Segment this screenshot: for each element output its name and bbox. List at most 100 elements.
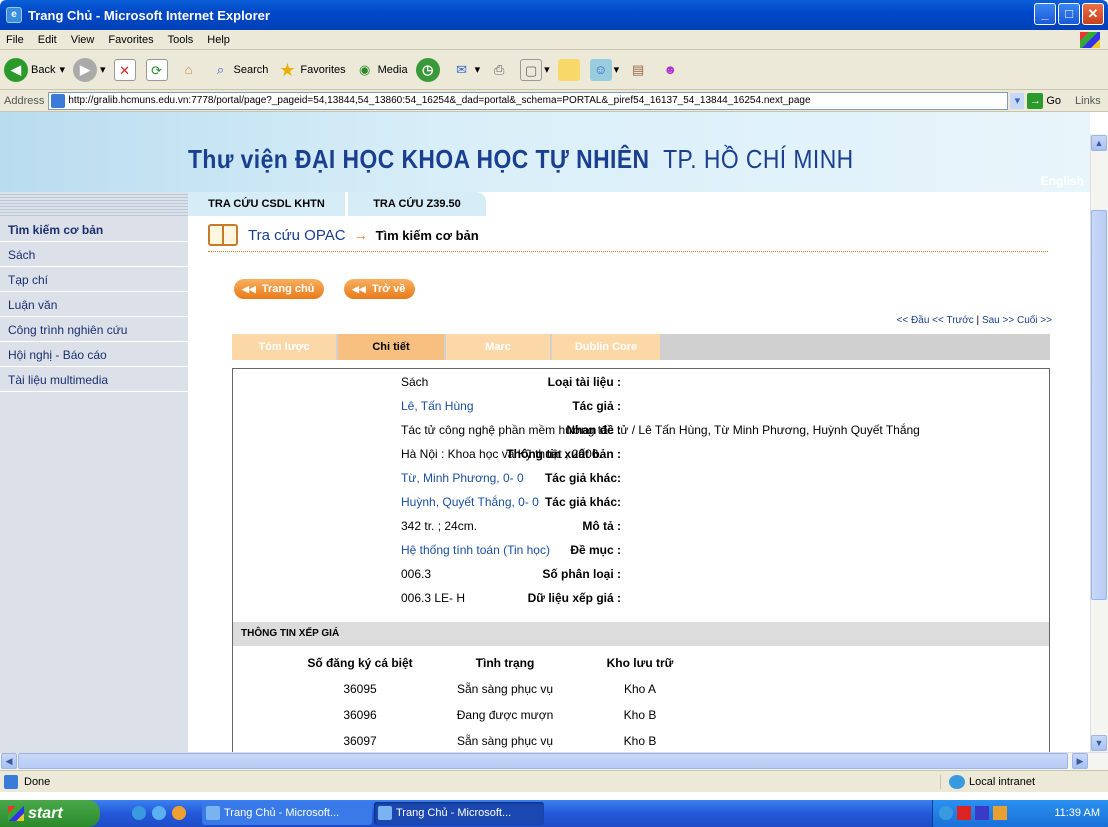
field-row: Loại tài liệu : Sách	[401, 375, 621, 389]
return-button[interactable]: ◀◀ Trở về	[344, 279, 416, 299]
menu-tools[interactable]: Tools	[168, 34, 194, 46]
field-row: Tác giả khác: Huỳnh, Quyết Thắng, 0- 0	[401, 495, 621, 509]
back-button[interactable]: ◀ Back ▾	[4, 57, 65, 82]
taskbar-item[interactable]: Trang Chủ - Microsoft...	[202, 802, 372, 825]
messenger-button[interactable]: ☺ ▾	[589, 58, 619, 81]
media-icon: ◉	[358, 61, 371, 77]
tray-app-icon[interactable]	[975, 806, 989, 820]
research-icon: ▤	[632, 61, 645, 77]
stop-button[interactable]: ✕	[113, 58, 138, 81]
refresh-button[interactable]: ⟳	[145, 58, 170, 81]
table-row-status: Sẵn sàng phục vụ	[456, 734, 554, 748]
field-row: Nhan đề : Tác tử công nghệ phần mềm hướng…	[401, 423, 920, 437]
scroll-right-icon[interactable]: ▶	[1072, 753, 1088, 769]
address-input[interactable]: http://gralib.hcmuns.edu.vn:7778/portal/…	[48, 91, 1009, 110]
forward-button[interactable]: ▶ ▾	[73, 57, 106, 82]
other-author-link[interactable]: Từ, Minh Phương, 0- 0	[401, 471, 524, 485]
sidebar-item-theses[interactable]: Luận văn	[0, 293, 188, 317]
tab-detail[interactable]: Chi tiết	[338, 334, 444, 360]
vertical-scroll-thumb[interactable]	[1091, 210, 1107, 600]
links-button[interactable]: Links	[1075, 95, 1101, 107]
divider	[208, 251, 1048, 252]
subject-link[interactable]: Hệ thống tính toán (Tin học)	[401, 543, 550, 557]
sidebar-item-research[interactable]: Công trình nghiên cứu	[0, 318, 188, 342]
tray-flag-icon[interactable]	[957, 806, 971, 820]
scroll-up-icon[interactable]: ▲	[1091, 135, 1107, 151]
print-button[interactable]: ⎙	[488, 59, 512, 81]
breadcrumb-arrow: →	[353, 227, 368, 243]
mail-icon: ✉	[456, 61, 468, 77]
quicklaunch-ie-icon[interactable]	[132, 806, 146, 820]
horizontal-scroll-thumb[interactable]	[18, 753, 1068, 769]
table-row-reg-no: 36096	[343, 708, 377, 722]
home-button[interactable]: ⌂	[178, 59, 202, 81]
sidebar-item-multimedia[interactable]: Tài liệu multimedia	[0, 368, 188, 392]
holdings-col-reg-no: Số đăng ký cá biệt	[307, 656, 413, 670]
sidebar-item-journals[interactable]: Tạp chí	[0, 268, 188, 292]
sidebar-item-books[interactable]: Sách	[0, 243, 188, 267]
research-button[interactable]: ▤	[627, 59, 651, 81]
pager-separator: |	[973, 315, 982, 326]
folder-icon	[557, 58, 580, 81]
taskbar-item-active[interactable]: Trang Chủ - Microsoft...	[374, 802, 544, 825]
table-row-location: Kho B	[623, 708, 657, 722]
english-link[interactable]: English	[1041, 174, 1084, 188]
holdings-col-status: Tình trạng	[475, 656, 535, 670]
quicklaunch-media-icon[interactable]	[172, 806, 186, 820]
tray-volume-icon[interactable]	[993, 806, 1007, 820]
menu-favorites[interactable]: Favorites	[108, 34, 153, 46]
go-arrow-icon: →	[1027, 92, 1044, 109]
pager: << Đầu << Trước | Sau >> Cuối >>	[897, 315, 1052, 326]
tab-z3950[interactable]: TRA CỨU Z39.50	[348, 192, 486, 216]
field-row: Số phân loại :006.3	[401, 567, 621, 581]
sidebar-item-basic-search[interactable]: Tìm kiếm cơ bản	[0, 218, 188, 242]
pager-first-prev[interactable]: << Đầu << Trước	[897, 315, 974, 326]
home-page-button[interactable]: ◀◀ Trang chủ	[234, 279, 325, 299]
tab-csdl-khtn[interactable]: TRA CỨU CSDL KHTN	[188, 192, 346, 216]
back-arrow-icon: ◀	[4, 57, 28, 82]
field-row: Dữ liệu xếp giá :006.3 LE- H	[401, 591, 621, 605]
buddy-button[interactable]: ☻	[659, 59, 683, 81]
history-button[interactable]: ◷	[415, 57, 443, 82]
menu-view[interactable]: View	[71, 34, 95, 46]
security-zone: Local intranet	[940, 775, 1068, 789]
quicklaunch-ie2-icon[interactable]	[152, 806, 166, 820]
window-title: Trang Chủ - Microsoft Internet Explorer	[28, 7, 270, 23]
discuss-button[interactable]	[557, 58, 582, 81]
author-link[interactable]: Lê, Tấn Hùng	[401, 399, 474, 413]
tab-dublin-core[interactable]: Dublin Core	[552, 334, 660, 360]
menu-file[interactable]: File	[6, 34, 24, 46]
start-button[interactable]: start	[0, 800, 100, 827]
maximize-button[interactable]: □	[1058, 3, 1080, 25]
tray-network-icon[interactable]	[939, 806, 953, 820]
other-author-link[interactable]: Huỳnh, Quyết Thắng, 0- 0	[401, 495, 539, 509]
scroll-down-icon[interactable]: ▼	[1091, 735, 1107, 751]
menu-help[interactable]: Help	[207, 34, 230, 46]
field-row: Tác giả khác: Từ, Minh Phương, 0- 0	[401, 471, 621, 485]
menu-edit[interactable]: Edit	[38, 34, 57, 46]
search-button[interactable]: ⌕ Search	[210, 59, 269, 81]
menu-bar: File Edit View Favorites Tools Help	[0, 30, 1108, 50]
address-dropdown-icon[interactable]: ▾	[1010, 92, 1025, 109]
media-button[interactable]: ◉ Media	[354, 59, 408, 81]
breadcrumb-root-link[interactable]: Tra cứu OPAC	[248, 227, 346, 244]
tab-marc[interactable]: Marc	[446, 334, 550, 360]
tab-summary[interactable]: Tóm lược	[232, 334, 336, 360]
status-bar: Done Local intranet	[0, 770, 1108, 792]
favorites-button[interactable]: ★ Favorites	[276, 59, 345, 81]
go-button[interactable]: → Go	[1027, 92, 1061, 109]
minimize-button[interactable]: _	[1034, 3, 1056, 25]
table-row-location: Kho B	[623, 734, 657, 748]
toolbar: ◀ Back ▾ ▶ ▾ ✕ ⟳ ⌂ ⌕ Search ★ Favorites ◉ Medi…	[0, 50, 1108, 90]
scroll-left-icon[interactable]: ◀	[1, 753, 17, 769]
mail-button[interactable]: ✉ ▾	[451, 59, 480, 81]
ie-icon: e	[6, 7, 22, 23]
page-icon	[51, 93, 66, 108]
sidebar-item-conferences[interactable]: Hội nghị - Báo cáo	[0, 343, 188, 367]
close-button[interactable]: ✕	[1082, 3, 1104, 25]
breadcrumb: Tra cứu OPAC → Tìm kiếm cơ bản	[208, 224, 479, 246]
star-icon: ★	[279, 59, 296, 80]
field-row: Tác giả : Lê, Tấn Hùng	[401, 399, 621, 413]
history-icon: ◷	[415, 57, 440, 82]
edit-button[interactable]: ▢ ▾	[520, 58, 550, 81]
